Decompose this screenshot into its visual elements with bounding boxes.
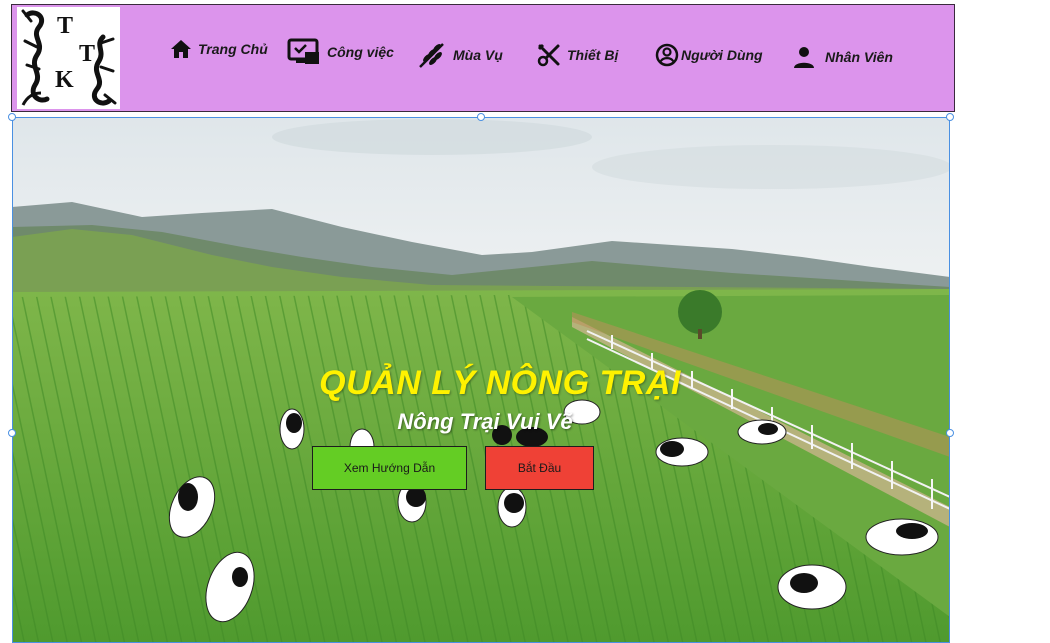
logo-letter-2: T [79,41,96,67]
nav-cong-viec[interactable]: Công việc [287,38,394,66]
nav-label: Người Dùng [681,47,763,63]
user-circle-icon [655,43,679,67]
start-button[interactable]: Bắt Đầu [485,446,594,490]
nav-label: Công việc [327,44,394,60]
wheat-icon [419,43,444,68]
logo-letter-3: K [55,67,74,93]
nav-label: Nhân Viên [825,49,893,65]
nav-nguoi-dung[interactable]: Người Dùng [655,43,763,67]
person-icon [794,47,814,68]
hero-title: QUẢN LÝ NÔNG TRẠI [319,364,681,402]
nav-nhan-vien[interactable]: Nhân Viên [793,45,893,69]
logo-letter-1: T [57,13,74,39]
resize-handle-top-left[interactable] [8,113,16,121]
nav-label: Thiết Bị [567,47,619,63]
hero-subtitle: Nông Trại Vui Vẽ [397,409,573,434]
resize-handle-top-center[interactable] [477,113,485,121]
nav-trang-chu[interactable]: Trang Chủ [170,39,268,59]
guide-button[interactable]: Xem Hướng Dẫn [312,446,467,490]
resize-handle-middle-right[interactable] [946,429,954,437]
tools-icon [537,43,560,67]
logo[interactable]: T T K [17,7,120,109]
home-icon [171,40,191,58]
resize-handle-middle-left[interactable] [8,429,16,437]
top-navbar: T T K Trang Chủ Công việc Mùa Vụ Thiết B… [11,4,955,112]
nav-label: Mùa Vụ [453,47,503,63]
nav-mua-vu[interactable]: Mùa Vụ [417,41,503,69]
resize-handle-top-right[interactable] [946,113,954,121]
task-screen-icon [287,38,319,64]
nav-label: Trang Chủ [198,41,268,57]
nav-thiet-bi[interactable]: Thiết Bị [537,43,618,67]
